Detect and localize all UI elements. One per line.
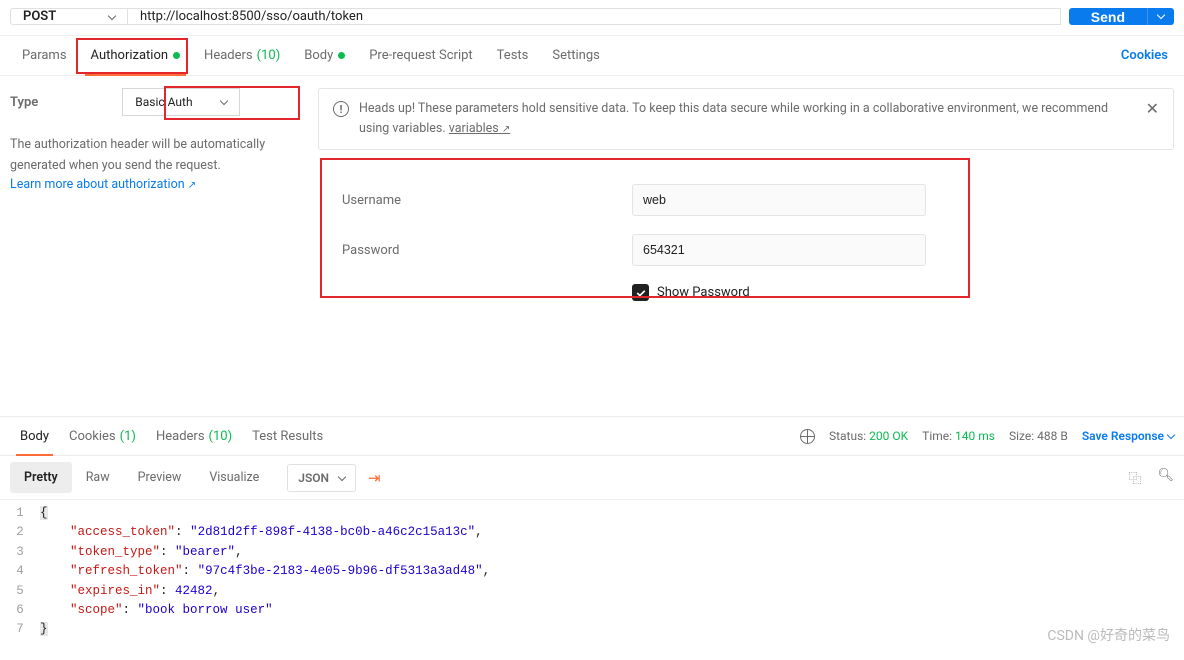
view-raw[interactable]: Raw — [72, 462, 124, 493]
view-visualize[interactable]: Visualize — [195, 462, 273, 493]
watermark: CSDN @好奇的菜鸟 — [1047, 625, 1170, 645]
resp-tab-body[interactable]: Body — [10, 417, 59, 455]
size-value: 488 B — [1037, 429, 1068, 443]
view-preview[interactable]: Preview — [124, 462, 196, 493]
chevron-down-icon — [219, 97, 227, 105]
active-dot-icon — [173, 52, 180, 59]
variables-link[interactable]: variables ↗ — [449, 121, 510, 136]
send-button[interactable]: Send — [1069, 8, 1147, 25]
active-dot-icon — [338, 52, 345, 59]
tab-body[interactable]: Body — [292, 36, 357, 75]
globe-icon[interactable] — [800, 429, 815, 444]
banner-text: Heads up! These parameters hold sensitiv… — [359, 99, 1136, 139]
response-body[interactable]: 1{2 "access_token": "2d81d2ff-898f-4138-… — [0, 500, 1184, 660]
check-icon — [635, 287, 647, 299]
close-icon[interactable]: ✕ — [1146, 99, 1159, 118]
chevron-down-icon — [1167, 431, 1175, 439]
method-value: POST — [23, 9, 56, 24]
learn-more-link[interactable]: Learn more about authorization ↗ — [10, 177, 196, 192]
chevron-down-icon — [338, 472, 346, 480]
view-pretty[interactable]: Pretty — [10, 462, 72, 493]
time-value: 140 ms — [955, 429, 995, 443]
tab-authorization[interactable]: Authorization — [79, 36, 193, 75]
type-label: Type — [10, 95, 38, 110]
cookies-link[interactable]: Cookies — [1121, 48, 1174, 63]
tab-params[interactable]: Params — [10, 36, 79, 75]
sensitive-data-banner: ! Heads up! These parameters hold sensit… — [318, 88, 1174, 150]
chevron-down-icon — [108, 11, 116, 19]
chevron-down-icon — [1157, 10, 1165, 18]
external-link-icon: ↗ — [502, 124, 510, 135]
save-response-button[interactable]: Save Response — [1082, 429, 1174, 443]
password-label: Password — [342, 243, 632, 258]
status-value: 200 OK — [869, 429, 908, 443]
tab-settings[interactable]: Settings — [540, 36, 611, 75]
resp-tab-cookies[interactable]: Cookies (1) — [59, 417, 146, 455]
auth-type-select[interactable]: Basic Auth — [122, 88, 239, 116]
auth-help-text: The authorization header will be automat… — [10, 134, 300, 177]
resp-tab-headers[interactable]: Headers (10) — [146, 417, 242, 455]
copy-icon[interactable]: ⿻ — [1128, 468, 1141, 487]
external-link-icon: ↗ — [188, 180, 196, 191]
search-icon[interactable]: 🔍︎ — [1157, 468, 1174, 487]
tab-headers[interactable]: Headers (10) — [192, 36, 292, 75]
show-password-label: Show Password — [657, 285, 750, 300]
show-password-checkbox[interactable] — [632, 284, 649, 301]
auth-type-value: Basic Auth — [135, 95, 192, 109]
wrap-lines-icon[interactable]: ⇥ — [368, 469, 381, 487]
password-input[interactable] — [632, 234, 926, 266]
username-label: Username — [342, 193, 632, 208]
resp-tab-tests[interactable]: Test Results — [242, 417, 333, 455]
url-value: http://localhost:8500/sso/oauth/token — [140, 9, 363, 24]
send-dropdown-button[interactable] — [1147, 8, 1174, 25]
username-input[interactable] — [632, 184, 926, 216]
info-icon: ! — [333, 101, 349, 117]
url-input[interactable]: http://localhost:8500/sso/oauth/token — [128, 8, 1061, 25]
tab-tests[interactable]: Tests — [485, 36, 541, 75]
method-select[interactable]: POST — [10, 8, 128, 25]
tab-prerequest[interactable]: Pre-request Script — [357, 36, 484, 75]
language-select[interactable]: JSON — [287, 464, 356, 492]
